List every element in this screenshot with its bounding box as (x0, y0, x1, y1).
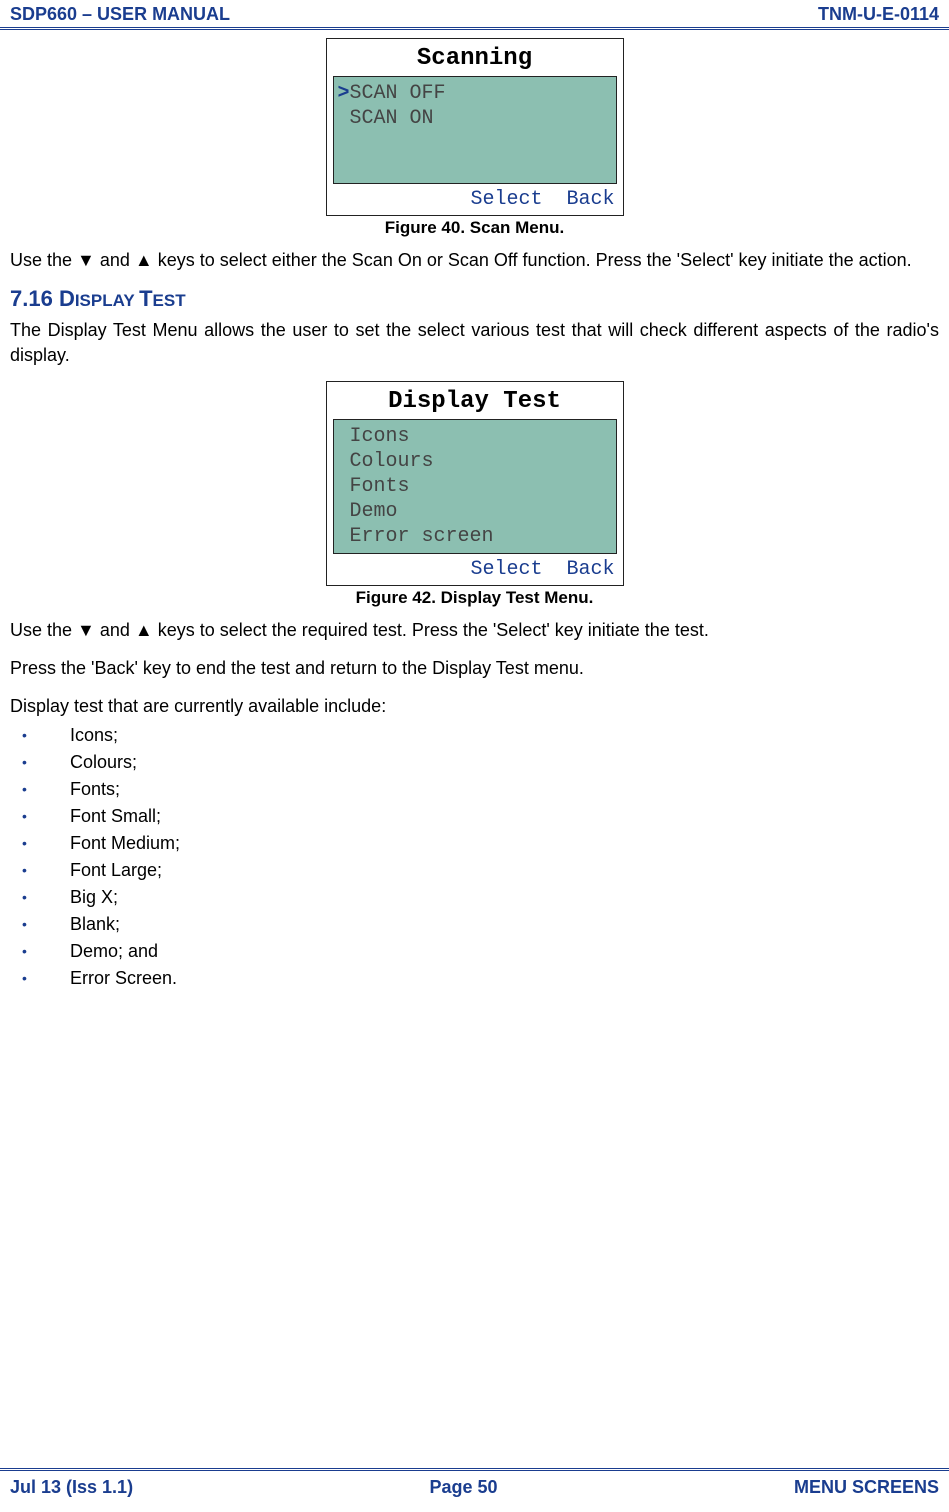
page-header: SDP660 – USER MANUAL TNM-U-E-0114 (0, 0, 949, 30)
device-screen-display-test: Display Test Icons Colours Fonts Demo Er… (326, 381, 624, 586)
list-item: Font Medium; (22, 833, 939, 854)
header-left: SDP660 – USER MANUAL (10, 4, 230, 25)
menu-item-scan-off[interactable]: SCAN OFF (350, 82, 446, 105)
figure-caption-42: Figure 42. Display Test Menu. (10, 588, 939, 608)
softkey-row: Select Back (327, 184, 623, 215)
menu-item-colours[interactable]: Colours (338, 450, 434, 473)
softkey-row: Select Back (327, 554, 623, 585)
bullet-list: Icons; Colours; Fonts; Font Small; Font … (22, 725, 939, 989)
footer-left: Jul 13 (Iss 1.1) (10, 1477, 133, 1498)
paragraph: Use the ▼ and ▲ keys to select either th… (10, 248, 939, 272)
menu-item-demo[interactable]: Demo (338, 500, 398, 523)
list-item: Demo; and (22, 941, 939, 962)
heading-number: 7.16 (10, 286, 59, 311)
page-footer: Jul 13 (Iss 1.1) Page 50 MENU SCREENS (0, 1468, 949, 1502)
softkey-back[interactable]: Back (566, 188, 614, 211)
softkey-select[interactable]: Select (470, 558, 542, 581)
list-item: Blank; (22, 914, 939, 935)
screen-body: >SCAN OFF SCAN ON (333, 76, 617, 184)
softkey-select[interactable]: Select (470, 188, 542, 211)
list-item: Error Screen. (22, 968, 939, 989)
list-item: Icons; (22, 725, 939, 746)
screen-body: Icons Colours Fonts Demo Error screen (333, 419, 617, 554)
softkey-back[interactable]: Back (566, 558, 614, 581)
header-right: TNM-U-E-0114 (818, 4, 939, 25)
list-item: Font Small; (22, 806, 939, 827)
paragraph: Display test that are currently availabl… (10, 694, 939, 718)
cursor-icon: > (338, 82, 350, 105)
heading-t: T (139, 286, 152, 311)
device-screen-scanning: Scanning >SCAN OFF SCAN ON Select Back (326, 38, 624, 216)
menu-item-fonts[interactable]: Fonts (338, 475, 410, 498)
menu-item-error-screen[interactable]: Error screen (338, 525, 494, 548)
footer-right: MENU SCREENS (794, 1477, 939, 1498)
list-item: Font Large; (22, 860, 939, 881)
page-content: Scanning >SCAN OFF SCAN ON Select Back F… (0, 38, 949, 989)
heading-isplay: ISPLAY (75, 291, 139, 310)
section-heading-7-16: 7.16 DISPLAY TEST (10, 286, 939, 312)
figure-caption-40: Figure 40. Scan Menu. (10, 218, 939, 238)
footer-center: Page 50 (430, 1477, 498, 1498)
list-item: Colours; (22, 752, 939, 773)
heading-d: D (59, 286, 75, 311)
paragraph: Press the 'Back' key to end the test and… (10, 656, 939, 680)
paragraph: Use the ▼ and ▲ keys to select the requi… (10, 618, 939, 642)
screen-title: Scanning (327, 39, 623, 76)
list-item: Fonts; (22, 779, 939, 800)
paragraph: The Display Test Menu allows the user to… (10, 318, 939, 367)
list-item: Big X; (22, 887, 939, 908)
heading-est: EST (153, 291, 186, 310)
menu-item-scan-on[interactable]: SCAN ON (338, 107, 434, 130)
screen-title: Display Test (327, 382, 623, 419)
menu-item-icons[interactable]: Icons (338, 425, 410, 448)
page: SDP660 – USER MANUAL TNM-U-E-0114 Scanni… (0, 0, 949, 1512)
